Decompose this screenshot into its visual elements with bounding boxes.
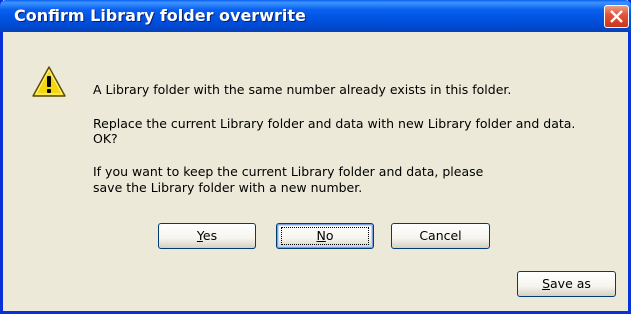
- close-icon: [610, 10, 623, 23]
- yes-label: es: [202, 228, 218, 243]
- confirm-dialog: Confirm Library folder overwrite A Libra…: [0, 0, 631, 314]
- cancel-label: Cancel: [419, 228, 462, 243]
- message-line-3a: If you want to keep the current Library …: [93, 164, 484, 179]
- cancel-button[interactable]: Cancel: [391, 223, 490, 249]
- yes-button[interactable]: Yes: [158, 223, 256, 249]
- warning-icon: [32, 66, 66, 97]
- no-button[interactable]: No: [276, 223, 374, 249]
- message-line-2b: OK?: [93, 131, 118, 146]
- close-button[interactable]: [604, 5, 629, 28]
- message-line-3b: save the Library folder with a new numbe…: [93, 180, 363, 195]
- save-as-button[interactable]: Save as: [517, 271, 616, 297]
- dialog-title: Confirm Library folder overwrite: [14, 6, 306, 25]
- title-bar[interactable]: Confirm Library folder overwrite: [0, 0, 631, 32]
- save-as-label: ave as: [550, 276, 591, 291]
- message-line-2a: Replace the current Library folder and d…: [93, 116, 576, 131]
- save-as-mnemonic: S: [542, 276, 551, 291]
- message-line-1: A Library folder with the same number al…: [93, 82, 512, 97]
- focus-rect: [281, 227, 369, 245]
